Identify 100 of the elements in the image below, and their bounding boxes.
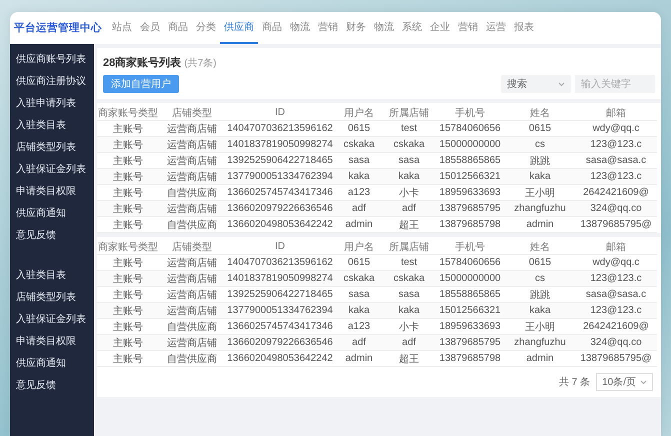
table-cell: kaka bbox=[383, 303, 435, 319]
table-cell: 1366020498053642242 bbox=[225, 217, 335, 233]
table-cell: 主账号 bbox=[97, 351, 159, 367]
table-cell: 15000000000 bbox=[435, 271, 505, 287]
column-header: ID bbox=[225, 239, 335, 255]
column-header: 店铺类型 bbox=[159, 105, 225, 121]
table-cell: admin bbox=[505, 351, 575, 367]
table-cell: 1366020498053642242 bbox=[225, 351, 335, 367]
table-cell: 13879685795 bbox=[435, 201, 505, 217]
table-cell: 15000000000 bbox=[435, 137, 505, 153]
nav-tab[interactable]: 站点 bbox=[108, 12, 136, 44]
nav-tab[interactable]: 财务 bbox=[342, 12, 370, 44]
table-cell: 13879685798 bbox=[435, 217, 505, 233]
sidebar-item[interactable]: 申请类目权限 bbox=[10, 330, 94, 352]
table-cell: kaka bbox=[505, 169, 575, 185]
table-cell: 运营商店铺 bbox=[159, 335, 225, 351]
nav-tab[interactable]: 营销 bbox=[454, 12, 482, 44]
sidebar-item[interactable]: 供应商账号列表 bbox=[10, 48, 94, 70]
table-cell: kaka bbox=[505, 303, 575, 319]
table-cell: cskaka bbox=[383, 271, 435, 287]
table-cell: 123@123.c bbox=[575, 303, 657, 319]
table-cell: zhangfuzhu bbox=[505, 335, 575, 351]
table-cell: 主账号 bbox=[97, 303, 159, 319]
sidebar-item[interactable]: 入驻类目表 bbox=[10, 264, 94, 286]
column-header: 姓名 bbox=[505, 105, 575, 121]
table-cell: cs bbox=[505, 271, 575, 287]
table-cell: 主账号 bbox=[97, 217, 159, 233]
column-header: 用户名 bbox=[335, 105, 383, 121]
column-header: 姓名 bbox=[505, 239, 575, 255]
table-cell: cs bbox=[505, 137, 575, 153]
sidebar-item[interactable]: 供应商注册协议 bbox=[10, 70, 94, 92]
sidebar-item[interactable]: 意见反馈 bbox=[10, 374, 94, 396]
sidebar-item[interactable]: 店铺类型列表 bbox=[10, 136, 94, 158]
table-cell: kaka bbox=[335, 169, 383, 185]
nav-tab[interactable]: 会员 bbox=[136, 12, 164, 44]
sidebar-item[interactable]: 供应商通知 bbox=[10, 202, 94, 224]
column-header: 手机号 bbox=[435, 239, 505, 255]
nav-tab[interactable]: 运营 bbox=[482, 12, 510, 44]
nav-tab[interactable]: 报表 bbox=[510, 12, 538, 44]
column-header: 所属店铺 bbox=[383, 105, 435, 121]
table-cell: cskaka bbox=[335, 271, 383, 287]
table-cell: kaka bbox=[383, 169, 435, 185]
table-cell: kaka bbox=[335, 303, 383, 319]
nav-tab[interactable]: 商品 bbox=[258, 12, 286, 44]
table-cell: 主账号 bbox=[97, 201, 159, 217]
table-cell: 13879685798 bbox=[435, 351, 505, 367]
table-cell: 15012566321 bbox=[435, 169, 505, 185]
table-cell: 324@qq.co bbox=[575, 335, 657, 351]
table-cell: 主账号 bbox=[97, 271, 159, 287]
table-cell: admin bbox=[505, 217, 575, 233]
search-select[interactable]: 搜索 bbox=[501, 75, 571, 93]
table-cell: 运营商店铺 bbox=[159, 271, 225, 287]
table-cell: 超王 bbox=[383, 351, 435, 367]
nav-tab[interactable]: 营销 bbox=[314, 12, 342, 44]
caret-icon bbox=[640, 380, 647, 384]
table-cell: 主账号 bbox=[97, 335, 159, 351]
sidebar-item[interactable]: 入驻类目表 bbox=[10, 114, 94, 136]
table-cell: 13879685795@ bbox=[575, 351, 657, 367]
table-cell: admin bbox=[335, 351, 383, 367]
nav-tab[interactable]: 企业 bbox=[426, 12, 454, 44]
sidebar-item[interactable]: 入驻申请列表 bbox=[10, 92, 94, 114]
column-header: 商家账号类型 bbox=[97, 105, 159, 121]
table-cell: adf bbox=[335, 335, 383, 351]
table-cell: admin bbox=[335, 217, 383, 233]
total-count: 共 7 条 bbox=[558, 376, 590, 389]
table-cell: 1377900051334762394 bbox=[225, 169, 335, 185]
column-header: ID bbox=[225, 105, 335, 121]
table-cell: 运营商店铺 bbox=[159, 137, 225, 153]
nav-tab[interactable]: 系统 bbox=[398, 12, 426, 44]
column-header: 所属店铺 bbox=[383, 239, 435, 255]
table-cell: 1401837819050998274 bbox=[225, 137, 335, 153]
table-cell: 123@123.c bbox=[575, 169, 657, 185]
sidebar-item[interactable]: 入驻保证金列表 bbox=[10, 308, 94, 330]
search-field[interactable]: 输入关键字 bbox=[575, 75, 655, 93]
sidebar-item[interactable]: 意见反馈 bbox=[10, 224, 94, 246]
table-cell: adf bbox=[383, 201, 435, 217]
nav-tab[interactable]: 商品 bbox=[164, 12, 192, 44]
table-cell: 运营商店铺 bbox=[159, 303, 225, 319]
table-cell: 超王 bbox=[383, 217, 435, 233]
page-size-select[interactable]: 10条/页 bbox=[596, 373, 653, 391]
table-cell: 自营供应商 bbox=[159, 217, 225, 233]
sidebar-item[interactable]: 申请类目权限 bbox=[10, 180, 94, 202]
column-header: 店铺类型 bbox=[159, 239, 225, 255]
table-cell: adf bbox=[335, 201, 383, 217]
page-title: 28商家账号列表 bbox=[103, 56, 182, 70]
table-cell: 自营供应商 bbox=[159, 351, 225, 367]
table-cell: 主账号 bbox=[97, 137, 159, 153]
table-cell: 1366020979226636546 bbox=[225, 335, 335, 351]
sidebar-item[interactable]: 供应商通知 bbox=[10, 352, 94, 374]
nav-tab[interactable]: 物流 bbox=[286, 12, 314, 44]
table-cell: 123@123.c bbox=[575, 137, 657, 153]
sidebar-item[interactable]: 入驻保证金列表 bbox=[10, 158, 94, 180]
column-header: 用户名 bbox=[335, 239, 383, 255]
column-header: 手机号 bbox=[435, 105, 505, 121]
sidebar-item[interactable]: 店铺类型列表 bbox=[10, 286, 94, 308]
nav-tab[interactable]: 分类 bbox=[192, 12, 220, 44]
column-header: 邮箱 bbox=[575, 105, 657, 121]
add-user-button[interactable]: 添加自营用户 bbox=[103, 75, 179, 93]
nav-tab[interactable]: 物流 bbox=[370, 12, 398, 44]
table-cell: 13879685795@ bbox=[575, 217, 657, 233]
